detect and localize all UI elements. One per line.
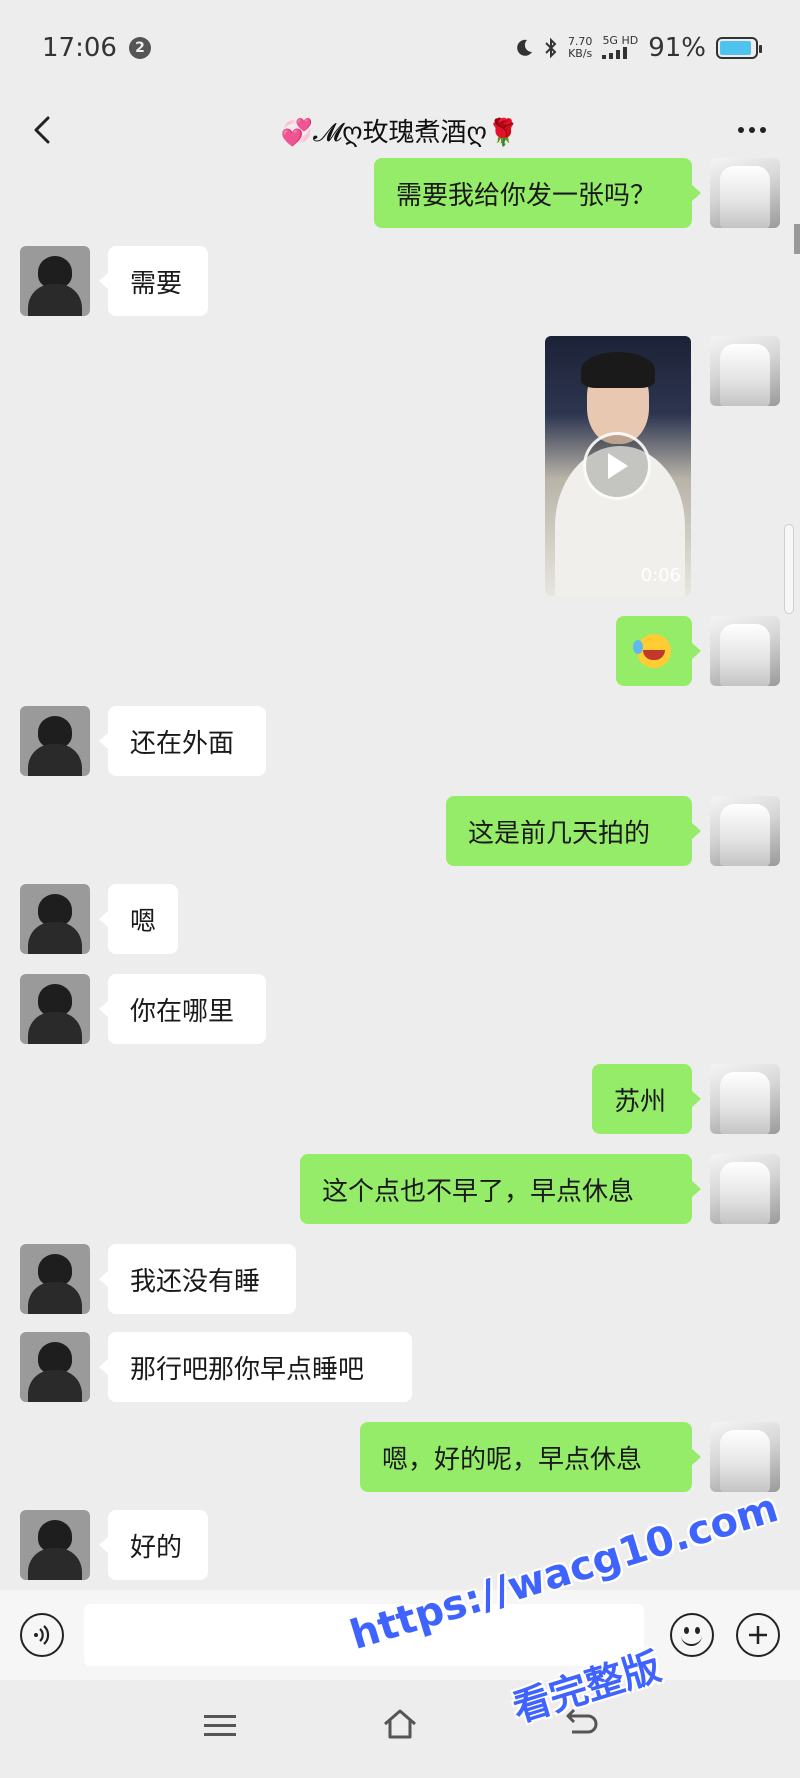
message-bubble-self[interactable]: 这是前几天拍的 <box>446 796 701 866</box>
avatar-other[interactable] <box>20 1244 90 1314</box>
back-arrow-icon[interactable] <box>26 114 58 146</box>
battery-icon <box>716 37 762 59</box>
net-speed: 7.70 KB/s <box>567 35 593 60</box>
status-left: 17:06 2 <box>42 33 151 63</box>
moon-icon <box>517 39 532 56</box>
message-bubble-other[interactable]: 我还没有睡 <box>99 1244 296 1314</box>
message-bubble-other[interactable]: 还在外面 <box>99 706 266 776</box>
voice-icon <box>34 1625 50 1645</box>
avatar-other[interactable] <box>20 246 90 316</box>
plus-icon[interactable] <box>736 1613 780 1657</box>
chat-header: 💞𝓜ღ玫瑰煮酒ღ🌹 <box>0 96 800 164</box>
avatar-self[interactable] <box>710 1154 780 1224</box>
avatar-self[interactable] <box>710 1064 780 1134</box>
video-duration: 0:06 <box>640 565 681 586</box>
scroll-marker <box>794 224 800 254</box>
avatar-other[interactable] <box>20 884 90 954</box>
avatar-self[interactable] <box>710 158 780 228</box>
status-bar: 17:06 2 7.70 KB/s 5G HD 91% <box>0 0 800 96</box>
message-bubble-other[interactable]: 好的 <box>99 1510 208 1580</box>
message-bubble-self[interactable]: 嗯，好的呢，早点休息 <box>360 1422 701 1492</box>
emoji-message[interactable] <box>616 616 701 686</box>
signal-icon: 5G HD <box>602 34 638 62</box>
home-icon[interactable] <box>380 1704 420 1744</box>
bluetooth-icon <box>545 37 557 59</box>
avatar-other[interactable] <box>20 1332 90 1402</box>
video-message[interactable]: 0:06 <box>545 336 691 596</box>
message-bubble-other[interactable]: 需要 <box>99 246 208 316</box>
voice-input-button[interactable] <box>20 1613 64 1657</box>
status-right: 7.70 KB/s 5G HD 91% <box>514 33 762 63</box>
battery-percent: 91% <box>648 33 706 63</box>
menu-icon[interactable] <box>204 1710 240 1740</box>
avatar-self[interactable] <box>710 616 780 686</box>
message-bubble-self[interactable]: 这个点也不早了，早点休息 <box>300 1154 701 1224</box>
message-bubble-other[interactable]: 你在哪里 <box>99 974 266 1044</box>
avatar-self[interactable] <box>710 336 780 406</box>
emoji-picker-icon[interactable] <box>670 1613 714 1657</box>
avatar-other[interactable] <box>20 974 90 1044</box>
avatar-self[interactable] <box>710 1422 780 1492</box>
avatar-other[interactable] <box>20 706 90 776</box>
system-nav-bar <box>0 1680 800 1778</box>
message-bubble-other[interactable]: 那行吧那你早点睡吧 <box>99 1332 412 1402</box>
message-bubble-self[interactable]: 苏州 <box>592 1064 701 1134</box>
avatar-other[interactable] <box>20 1510 90 1580</box>
chat-title: 💞𝓜ღ玫瑰煮酒ღ🌹 <box>280 117 520 148</box>
avatar-self[interactable] <box>710 796 780 866</box>
laughing-crying-emoji-icon <box>633 634 671 668</box>
more-options-icon[interactable] <box>734 116 770 144</box>
notification-count-icon: 2 <box>128 37 151 59</box>
status-time: 17:06 <box>42 33 117 63</box>
message-bubble-self[interactable]: 需要我给你发一张吗？ <box>374 158 701 228</box>
message-bubble-other[interactable]: 嗯 <box>99 884 178 954</box>
scrollbar[interactable] <box>784 524 794 614</box>
play-icon[interactable] <box>583 432 651 500</box>
